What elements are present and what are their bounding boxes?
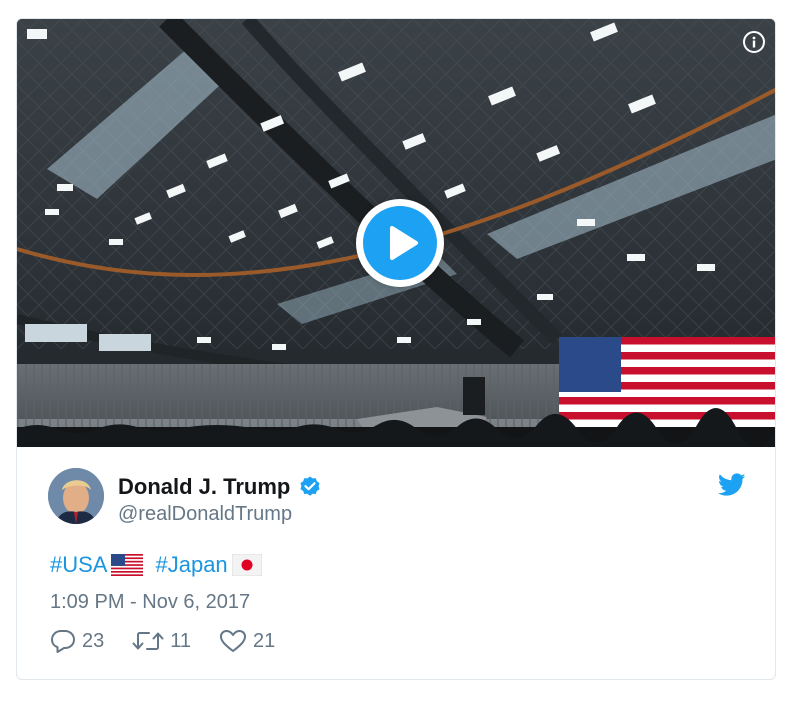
avatar[interactable]: [48, 468, 104, 524]
reply-action[interactable]: 23: [50, 629, 104, 653]
hashtag-usa-link[interactable]: #USA: [50, 552, 107, 578]
author-name[interactable]: Donald J. Trump: [118, 474, 290, 500]
embedded-tweet-card: Donald J. Trump @realDonaldTrump #USA #J…: [16, 18, 776, 680]
like-count: 21: [253, 629, 276, 652]
reply-count: 23: [82, 629, 105, 652]
reply-icon: [51, 630, 75, 653]
heart-icon: [220, 630, 247, 652]
video-media[interactable]: [17, 19, 775, 447]
tweet-text: #USA #Japan: [50, 552, 274, 578]
japan-flag-emoji: [231, 554, 262, 576]
verified-badge-icon: [300, 476, 320, 496]
us-flag-backdrop: [559, 337, 775, 435]
tweet-body: Donald J. Trump @realDonaldTrump #USA #J…: [17, 447, 775, 679]
like-action[interactable]: 21: [219, 629, 275, 653]
play-button[interactable]: [356, 199, 444, 287]
play-icon: [390, 226, 418, 260]
retweet-count: 11: [170, 629, 192, 652]
us-flag-emoji: [111, 554, 144, 576]
info-button[interactable]: [743, 31, 765, 53]
author-info: Donald J. Trump: [118, 474, 322, 500]
retweet-action[interactable]: 11: [132, 629, 191, 653]
author-handle[interactable]: @realDonaldTrump: [118, 503, 292, 526]
retweet-icon: [132, 632, 164, 650]
info-icon: [752, 36, 756, 48]
tweet-timestamp[interactable]: 1:09 PM - Nov 6, 2017: [50, 591, 250, 614]
tweet-actions: 23 11 21: [50, 629, 303, 653]
twitter-bird-icon[interactable]: [718, 473, 746, 497]
hashtag-japan-link[interactable]: #Japan: [155, 552, 227, 578]
